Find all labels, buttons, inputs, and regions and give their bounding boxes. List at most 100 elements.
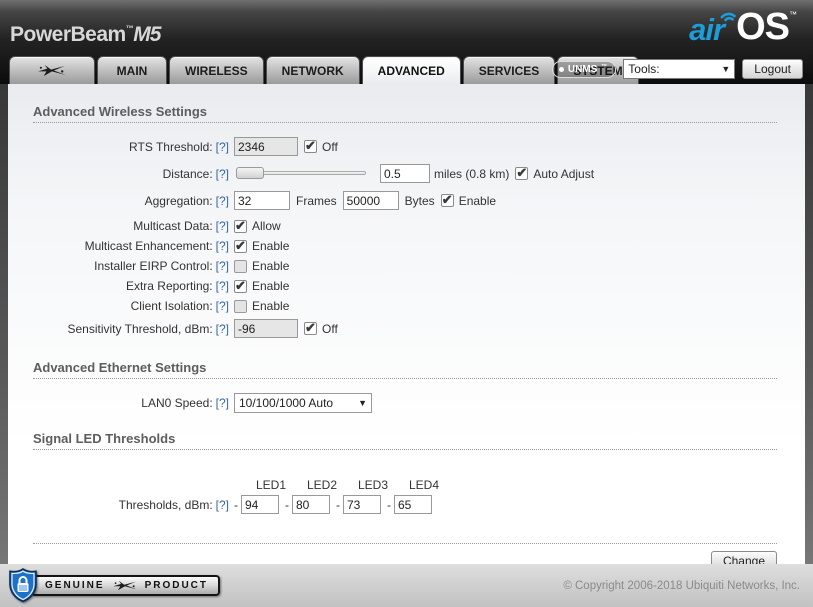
multicast-enhancement-label: Multicast Enhancement: [?] [84, 239, 229, 253]
installer-eirp-label: Installer EIRP Control: [?] [94, 259, 229, 273]
rts-off-label: Off [322, 139, 338, 154]
section-title-signal-led: Signal LED Thresholds [33, 431, 777, 450]
led3-minus: - [336, 497, 340, 512]
row-sensitivity-threshold: Sensitivity Threshold, dBm:[?] Off [33, 319, 777, 338]
row-rts-threshold: RTS Threshold:[?] Off [33, 137, 777, 156]
page-footer: GENUINE PRODUCT © Copyright 2006-2018 Ub… [0, 564, 813, 607]
genuine-label: GENUINE [45, 580, 105, 591]
airos-air-text: air [689, 12, 725, 47]
client-isolation-help-link[interactable]: [?] [216, 299, 229, 313]
section-title-advanced-ethernet: Advanced Ethernet Settings [33, 360, 777, 379]
rts-threshold-input[interactable] [234, 137, 298, 156]
aggregation-label: Aggregation: [?] [144, 193, 229, 208]
led-thresholds-help-link[interactable]: [?] [216, 498, 229, 512]
led4-threshold-input[interactable] [394, 495, 432, 514]
installer-eirp-checkbox[interactable] [234, 259, 247, 273]
led-threshold-inputs: - - - - [234, 495, 438, 514]
unms-label: UNMS [567, 63, 598, 75]
sensitivity-threshold-input[interactable] [234, 319, 298, 338]
unms-button[interactable]: UNMS ™ [551, 60, 617, 78]
row-multicast-data: Multicast Data:[?] Allow [33, 218, 777, 234]
rts-help-link[interactable]: [?] [216, 140, 229, 154]
row-client-isolation: Client Isolation: [?] Enable [33, 299, 777, 313]
led1-threshold-input[interactable] [241, 495, 279, 514]
distance-label: Distance: [?] [162, 166, 229, 181]
unms-dot-icon [558, 66, 564, 72]
sensitivity-off-checkbox[interactable] [304, 320, 317, 336]
multicast-data-cb-label: Allow [252, 219, 281, 233]
shield-lock-icon [9, 568, 37, 603]
bytes-label: Bytes [404, 193, 435, 208]
client-isolation-label: Client Isolation: [?] [130, 299, 229, 313]
distance-help-link[interactable]: [?] [216, 167, 229, 181]
ubiquiti-antenna-icon-small [112, 580, 137, 591]
sensitivity-off-label: Off [322, 321, 338, 336]
tools-select[interactable]: Tools: [623, 59, 736, 79]
aggregation-enable-checkbox[interactable] [440, 192, 454, 208]
tab-services[interactable]: SERVICES [462, 56, 556, 84]
extra-reporting-checkbox[interactable] [234, 278, 247, 294]
led1-header: LED1 [255, 478, 287, 492]
distance-input[interactable] [380, 164, 430, 183]
led-column-headers: LED1 LED2 LED3 LED4 [33, 478, 777, 492]
multicast-data-label: Multicast Data: [?] [133, 219, 229, 233]
airos-logo: air OS ™ [689, 6, 797, 49]
tab-main[interactable]: MAIN [97, 56, 167, 84]
multicast-enhancement-checkbox[interactable] [234, 238, 247, 254]
unms-trademark: ™ [601, 63, 608, 70]
installer-eirp-help-link[interactable]: [?] [216, 259, 229, 273]
aggregation-frames-input[interactable] [234, 191, 290, 210]
multicast-data-checkbox[interactable] [234, 218, 247, 234]
led4-header: LED4 [408, 478, 440, 492]
lan0-speed-select[interactable]: 10/100/1000 Auto [234, 393, 372, 413]
extra-reporting-label: Extra Reporting: [?] [125, 279, 229, 293]
genuine-product-bar: GENUINE PRODUCT [31, 575, 221, 596]
led3-threshold-input[interactable] [343, 495, 381, 514]
header-controls: UNMS ™ Tools: Logout [551, 59, 803, 79]
client-isolation-checkbox[interactable] [234, 299, 247, 313]
lan0-select-wrap: 10/100/1000 Auto [234, 393, 372, 413]
aggregation-enable-label: Enable [458, 193, 497, 208]
aggregation-bytes-input[interactable] [342, 191, 399, 210]
tab-network[interactable]: NETWORK [265, 56, 360, 84]
product-model: M5 [133, 23, 161, 46]
installer-eirp-cb-label: Enable [252, 259, 290, 273]
row-multicast-enhancement: Multicast Enhancement:[?] Enable [33, 238, 777, 254]
airos-trademark: ™ [789, 10, 797, 19]
rts-off-checkbox[interactable] [304, 138, 317, 154]
distance-slider[interactable] [236, 167, 366, 180]
auto-adjust-checkbox[interactable] [515, 165, 529, 181]
extra-reporting-help-link[interactable]: [?] [216, 279, 229, 293]
product-trademark: ™ [125, 24, 134, 33]
genuine-product-badge: GENUINE PRODUCT [8, 568, 221, 603]
tab-wireless[interactable]: WIRELESS [169, 56, 264, 84]
tab-ubiquiti-logo[interactable] [9, 56, 95, 84]
multicast-data-help-link[interactable]: [?] [216, 219, 229, 233]
row-extra-reporting: Extra Reporting:[?] Enable [33, 278, 777, 294]
logout-button[interactable]: Logout [742, 59, 803, 79]
tab-bar: MAIN WIRELESS NETWORK ADVANCED SERVICES … [9, 56, 641, 84]
aggregation-help-link[interactable]: [?] [216, 194, 229, 208]
slider-handle[interactable] [236, 167, 264, 179]
led2-minus: - [285, 497, 289, 512]
led1-minus: - [234, 497, 238, 512]
led2-threshold-input[interactable] [292, 495, 330, 514]
row-installer-eirp: Installer EIRP Control: [?] Enable [33, 259, 777, 273]
row-lan0-speed: LAN0 Speed: [?] 10/100/1000 Auto [33, 393, 777, 413]
tab-advanced[interactable]: ADVANCED [361, 56, 461, 84]
auto-adjust-label: Auto Adjust [533, 166, 595, 181]
sensitivity-threshold-label: Sensitivity Threshold, dBm: [?] [67, 321, 229, 336]
sensitivity-help-link[interactable]: [?] [216, 322, 229, 336]
client-isolation-cb-label: Enable [252, 299, 290, 313]
multicast-enhancement-help-link[interactable]: [?] [216, 239, 229, 253]
page-header: PowerBeam™M5 air OS ™ MAIN WIRELESS NETW… [0, 0, 813, 84]
product-label: PRODUCT [144, 580, 209, 591]
product-name: PowerBeam [10, 23, 126, 46]
rts-threshold-label: RTS Threshold: [?] [129, 139, 229, 154]
extra-reporting-cb-label: Enable [252, 279, 290, 293]
row-led-thresholds: Thresholds, dBm:[?] - - - - [33, 495, 777, 514]
frames-label: Frames [296, 193, 337, 208]
row-distance: Distance:[?] miles (0.8 km) Auto Adjust [33, 164, 777, 183]
tools-select-wrap: Tools: [623, 59, 736, 79]
lan0-help-link[interactable]: [?] [216, 396, 229, 410]
